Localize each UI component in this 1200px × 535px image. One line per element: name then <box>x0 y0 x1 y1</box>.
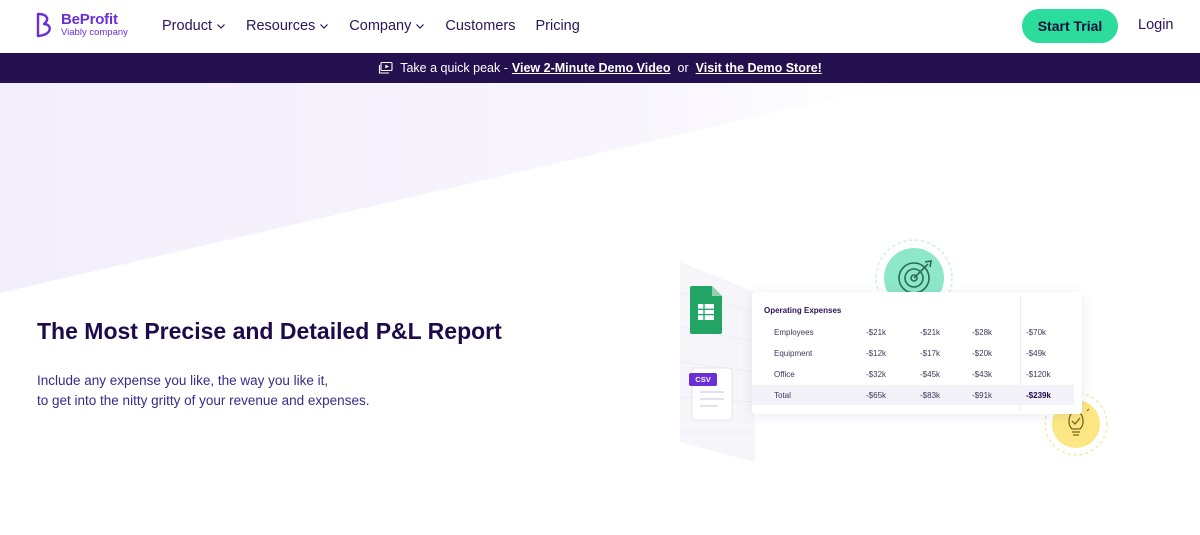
nav-item-label: Product <box>162 18 212 34</box>
nav-item-label: Pricing <box>535 18 580 34</box>
row-value: -$12k <box>866 349 887 358</box>
row-value: -$43k <box>972 370 993 379</box>
table-title: Operating Expenses <box>764 306 842 315</box>
row-value: -$120k <box>1026 370 1051 379</box>
banner-lead-text: Take a quick peak - <box>400 61 508 75</box>
google-sheets-icon <box>690 286 722 334</box>
row-value: -$49k <box>1026 349 1047 358</box>
hero-title: The Most Precise and Detailed P&L Report <box>37 318 502 344</box>
table-row: Equipment -$12k -$17k -$20k -$49k <box>752 343 1074 363</box>
row-label: Total <box>774 391 791 400</box>
row-value: -$239k <box>1026 391 1051 400</box>
brand-logo[interactable]: BeProfit Viably company <box>35 11 128 39</box>
row-value: -$32k <box>866 370 887 379</box>
nav-item-customers[interactable]: Customers <box>445 18 515 34</box>
row-label: Equipment <box>774 349 813 358</box>
beprofit-logo-icon <box>36 12 51 38</box>
demo-video-link[interactable]: View 2-Minute Demo Video <box>512 61 671 75</box>
nav-item-label: Resources <box>245 18 316 34</box>
chevron-down-icon <box>416 24 425 29</box>
nav-item-resources[interactable]: Resources <box>246 18 329 34</box>
row-value: -$91k <box>972 391 993 400</box>
nav-item-company[interactable]: Company <box>349 18 425 34</box>
row-value: -$83k <box>920 391 941 400</box>
table-row: Employees -$21k -$21k -$28k -$70k <box>752 322 1074 342</box>
top-navigation: BeProfit Viably company Product Resource… <box>0 0 1200 52</box>
hero-description: Include any expense you like, the way yo… <box>37 371 369 411</box>
row-value: -$70k <box>1026 328 1047 337</box>
row-value: -$21k <box>866 328 887 337</box>
nav-item-label: Company <box>349 18 412 34</box>
csv-badge: CSV <box>689 373 717 386</box>
table-row-total: Total -$65k -$83k -$91k -$239k <box>752 385 1074 405</box>
row-value: -$45k <box>920 370 941 379</box>
nav-item-product[interactable]: Product <box>162 18 226 34</box>
video-play-icon <box>379 61 393 74</box>
row-value: -$17k <box>920 349 941 358</box>
row-value: -$20k <box>972 349 993 358</box>
start-trial-button[interactable]: Start Trial <box>1022 9 1118 43</box>
row-value: -$21k <box>920 328 941 337</box>
row-value: -$65k <box>866 391 887 400</box>
row-label: Office <box>774 370 795 379</box>
demo-store-link[interactable]: Visit the Demo Store! <box>696 61 822 75</box>
hero-description-line-2: to get into the nitty gritty of your rev… <box>37 393 370 408</box>
brand-name: BeProfit <box>61 11 118 29</box>
row-label: Employees <box>774 328 814 337</box>
demo-banner: Take a quick peak - View 2-Minute Demo V… <box>0 53 1200 83</box>
login-link[interactable]: Login <box>1138 17 1173 33</box>
nav-item-label: Customers <box>445 18 516 34</box>
row-value: -$28k <box>972 328 993 337</box>
nav-item-pricing[interactable]: Pricing <box>535 18 579 34</box>
nav-links: Product Resources Company Customers Pric… <box>162 0 580 52</box>
table-row: Office -$32k -$45k -$43k -$120k <box>752 364 1074 384</box>
hero-description-line-1: Include any expense you like, the way yo… <box>37 373 329 388</box>
chevron-down-icon <box>320 24 329 29</box>
chevron-down-icon <box>217 24 225 29</box>
brand-subtitle: Viably company <box>61 27 128 39</box>
banner-or-text: or <box>677 61 689 75</box>
